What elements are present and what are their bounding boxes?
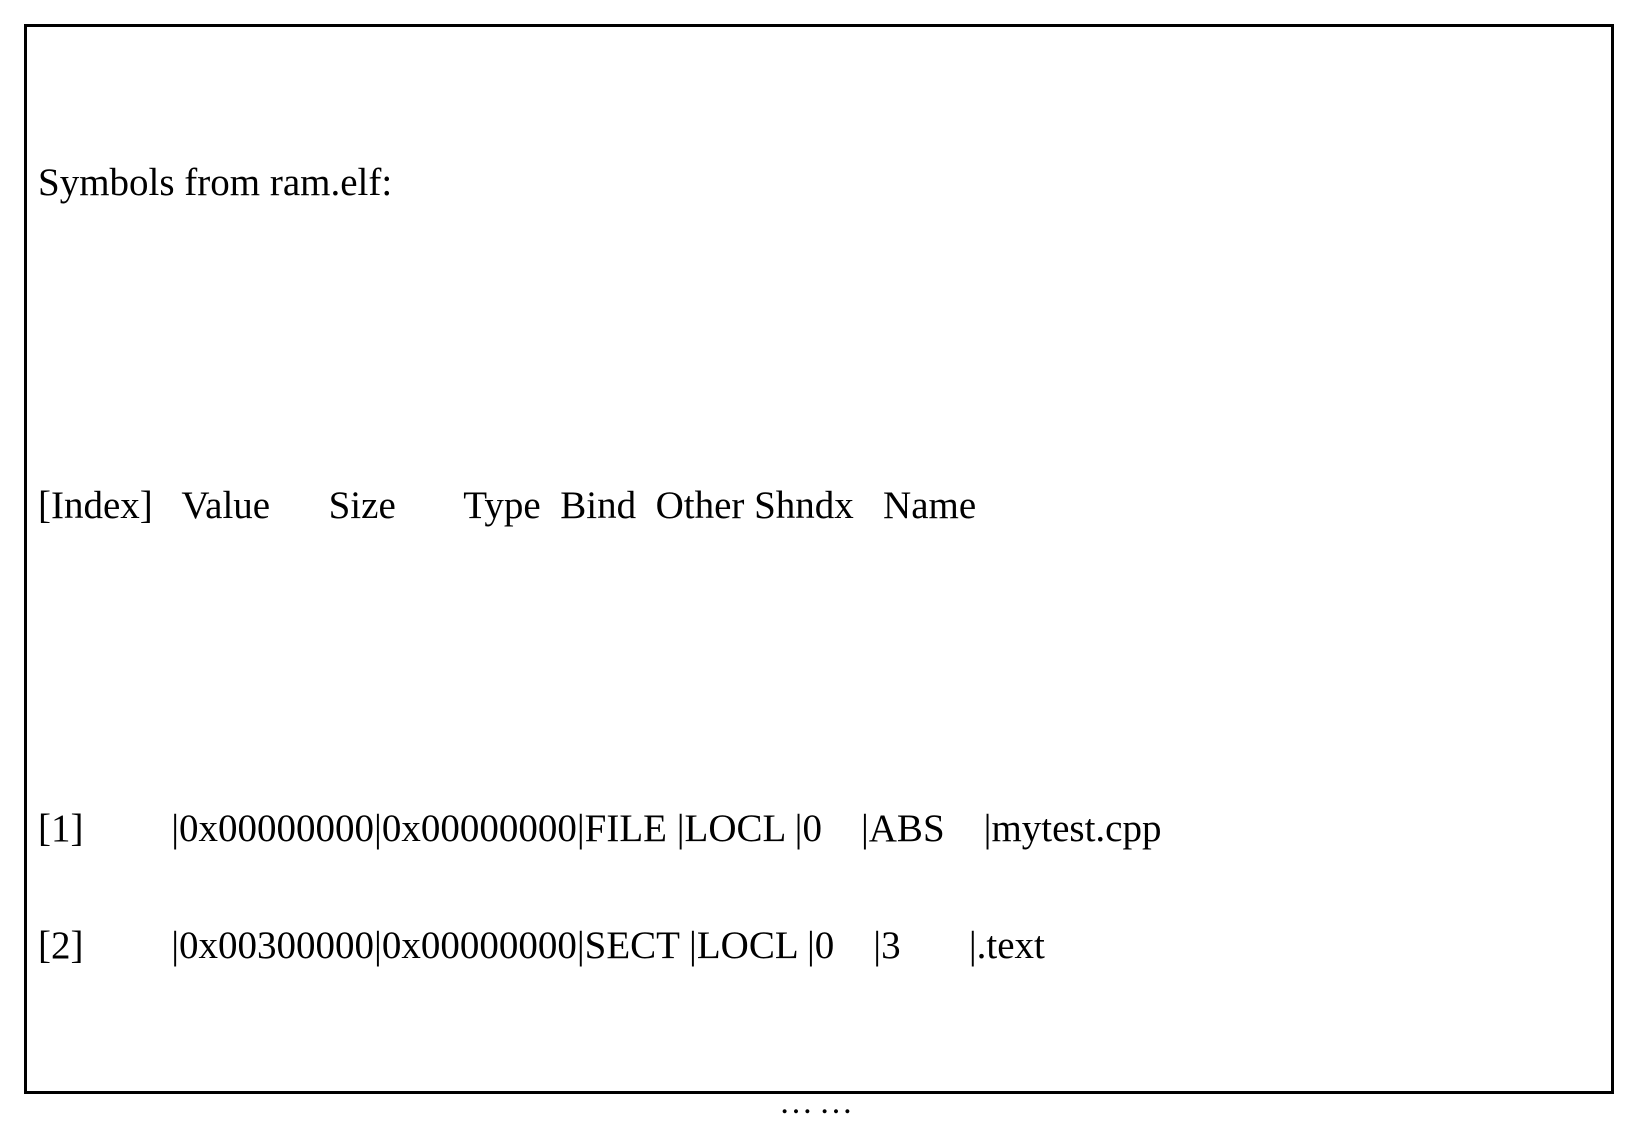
ellipsis: …… bbox=[38, 1086, 1600, 1120]
document-content: Symbols from ram.elf: [Index] Value Size… bbox=[24, 24, 1614, 1125]
document-frame: Symbols from ram.elf: [Index] Value Size… bbox=[24, 24, 1614, 1094]
column-headers: [Index] Value Size Type Bind Other Shndx… bbox=[38, 486, 1600, 525]
table-row: [1] |0x00000000|0x00000000|FILE |LOCL |0… bbox=[38, 809, 1600, 848]
table-row: [2] |0x00300000|0x00000000|SECT |LOCL |0… bbox=[38, 926, 1600, 965]
blank-spacer bbox=[38, 642, 1600, 692]
blank-spacer bbox=[38, 319, 1600, 369]
title: Symbols from ram.elf: bbox=[38, 163, 1600, 202]
